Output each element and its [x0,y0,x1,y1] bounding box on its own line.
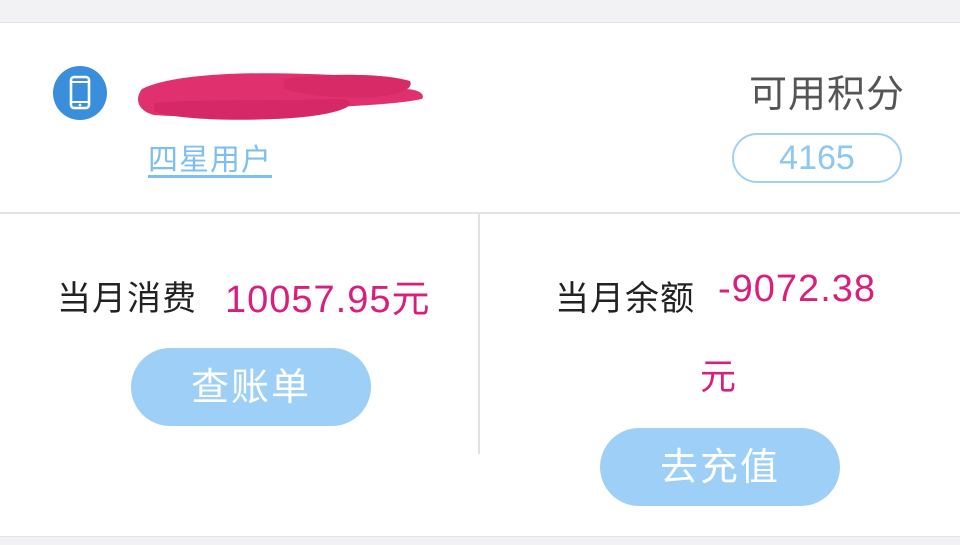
user-level-link[interactable]: 四星用户 [148,135,272,179]
monthly-spend-label: 当月消费 [57,279,197,319]
available-points-badge: 4165 [732,133,902,183]
monthly-spend-value: 10057.95元 [225,279,431,321]
available-points-label: 可用积分 [748,72,905,116]
phone-icon [53,66,107,120]
top-up-button[interactable]: 去充值 [600,428,840,506]
monthly-balance-value: -9072.38 [718,268,877,310]
redacted-phone-number [134,59,430,129]
view-bill-button[interactable]: 查账单 [131,348,371,426]
monthly-balance-label: 当月余额 [555,279,695,319]
account-header: 四星用户 可用积分 4165 [0,23,960,214]
account-summary-card: 四星用户 可用积分 4165 当月消费 10057.95元 查账单 当月余额 -… [0,22,960,537]
monthly-balance-unit: 元 [700,356,738,397]
column-divider [478,214,480,454]
